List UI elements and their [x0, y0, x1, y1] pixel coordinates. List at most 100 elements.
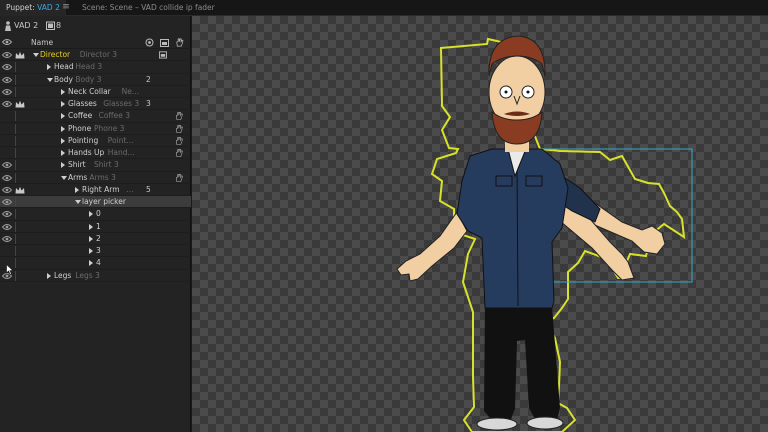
expand-triangle-icon[interactable]: [47, 272, 51, 279]
layer-swatch: [15, 148, 23, 158]
calendar-column-icon[interactable]: [160, 38, 169, 47]
layer-name: Neck Collar: [68, 86, 111, 96]
calendar-icon[interactable]: [159, 50, 167, 59]
tab-bar: Puppet: VAD 2 ≡ Scene: Scene – VAD colli…: [0, 0, 768, 16]
layer-row[interactable]: Right Arm... 5: [0, 184, 191, 196]
eye-icon[interactable]: [2, 198, 12, 206]
layer-name: 3: [96, 246, 101, 255]
layer-row[interactable]: Arms Arms 3: [0, 172, 191, 184]
expand-triangle-icon[interactable]: [75, 200, 81, 204]
layer-name: Hands Up: [68, 148, 105, 157]
layer-row[interactable]: 2: [0, 233, 191, 245]
expand-triangle-icon[interactable]: [61, 162, 65, 169]
puppet-panel: VAD 2 8 Name Director Director 3 Head Head …: [0, 16, 191, 432]
layer-column-header: Name: [0, 36, 191, 49]
layer-row[interactable]: Director Director 3: [0, 49, 191, 62]
eye-icon[interactable]: [2, 223, 12, 231]
layer-row[interactable]: Glasses Glasses 3 3: [0, 98, 191, 111]
hand-icon[interactable]: [175, 173, 183, 183]
tab-puppet[interactable]: Puppet: VAD 2: [0, 0, 66, 16]
layer-name: 4: [96, 258, 101, 268]
layer-source-name: Head 3: [75, 62, 103, 72]
eye-icon[interactable]: [2, 100, 12, 108]
crown-icon: [15, 100, 25, 108]
layer-swatch: [15, 135, 23, 146]
expand-triangle-icon[interactable]: [89, 260, 93, 267]
layer-swatch: [15, 233, 23, 244]
scene-canvas[interactable]: [192, 16, 768, 432]
hand-icon[interactable]: [175, 111, 183, 121]
layer-row[interactable]: Phone Phone 3: [0, 123, 191, 135]
eye-icon[interactable]: [2, 63, 12, 71]
expand-triangle-icon[interactable]: [47, 64, 51, 71]
layer-swatch: [15, 197, 23, 207]
expand-triangle-icon[interactable]: [61, 113, 65, 120]
expand-triangle-icon[interactable]: [47, 77, 53, 82]
puppet-icon: [5, 21, 11, 31]
layer-name: 1: [96, 221, 101, 231]
layer-name: 2: [96, 233, 101, 243]
eye-icon[interactable]: [2, 51, 12, 59]
expand-triangle-icon[interactable]: [61, 150, 65, 156]
layer-row[interactable]: Legs Legs 3: [0, 270, 191, 282]
expand-triangle-icon[interactable]: [61, 137, 65, 144]
eye-icon[interactable]: [2, 88, 12, 96]
layer-row[interactable]: Hands Up Hand...: [0, 147, 191, 160]
expand-triangle-icon[interactable]: [61, 101, 65, 107]
hand-icon[interactable]: [175, 148, 183, 158]
eye-icon[interactable]: [2, 76, 12, 84]
layer-name: Shirt: [68, 160, 86, 170]
expand-triangle-icon[interactable]: [33, 53, 39, 57]
layer-swatch: [15, 74, 23, 85]
eye-icon[interactable]: [2, 210, 12, 218]
tab-scene[interactable]: Scene: Scene – VAD collide ip fader: [76, 0, 221, 16]
layer-row[interactable]: 3: [0, 245, 191, 258]
layer-name: Glasses: [68, 99, 97, 108]
expand-triangle-icon[interactable]: [61, 125, 65, 132]
layer-name: Director: [40, 50, 71, 59]
expand-triangle-icon[interactable]: [89, 248, 93, 254]
behavior-count: 8: [56, 21, 62, 30]
expand-triangle-icon[interactable]: [61, 88, 65, 95]
panel-menu-icon[interactable]: ≡: [60, 0, 72, 16]
layer-row[interactable]: 1: [0, 221, 191, 233]
hand-icon[interactable]: [175, 136, 183, 146]
hand-icon[interactable]: [175, 124, 183, 134]
layer-row[interactable]: Shirt Shirt 3: [0, 159, 191, 172]
layer-count: 5: [146, 184, 151, 194]
expand-triangle-icon[interactable]: [89, 223, 93, 230]
mouse-cursor-icon: [6, 264, 14, 275]
layer-name: Pointing: [68, 135, 99, 145]
expand-triangle-icon[interactable]: [61, 175, 67, 180]
layer-name: layer picker: [82, 197, 126, 206]
tab-puppet-prefix: Puppet:: [6, 3, 38, 12]
layer-row[interactable]: Body Body 3 2: [0, 74, 191, 86]
layer-source-name: Director 3: [79, 50, 118, 59]
expand-triangle-icon[interactable]: [75, 186, 79, 193]
target-column-icon[interactable]: [145, 38, 154, 47]
layer-name: Arms: [68, 172, 88, 182]
layer-source-name: Arms 3: [89, 172, 116, 182]
layer-row[interactable]: layer picker: [0, 196, 191, 209]
layer-row[interactable]: Head Head 3: [0, 61, 191, 74]
expand-triangle-icon[interactable]: [89, 211, 93, 218]
eye-icon[interactable]: [2, 186, 12, 194]
layer-count: 3: [146, 99, 151, 108]
hand-column-icon[interactable]: [175, 38, 184, 47]
expand-triangle-icon[interactable]: [89, 235, 93, 242]
eye-column-icon[interactable]: [2, 38, 12, 46]
layer-source-name: Point...: [107, 135, 134, 145]
layer-row[interactable]: 0: [0, 208, 191, 221]
layer-row[interactable]: 4: [0, 257, 191, 270]
layer-name: Right Arm: [82, 184, 120, 194]
layer-row[interactable]: Pointing Point...: [0, 135, 191, 147]
layer-row[interactable]: Coffee Coffee 3: [0, 110, 191, 123]
eye-icon[interactable]: [2, 174, 12, 182]
layer-swatch: [15, 221, 23, 232]
layer-name: Body: [54, 74, 73, 84]
layer-row[interactable]: Neck Collar Ne...: [0, 86, 191, 98]
puppet-header: VAD 2 8: [0, 16, 191, 36]
column-name: Name: [31, 38, 54, 47]
eye-icon[interactable]: [2, 161, 12, 169]
eye-icon[interactable]: [2, 235, 12, 243]
